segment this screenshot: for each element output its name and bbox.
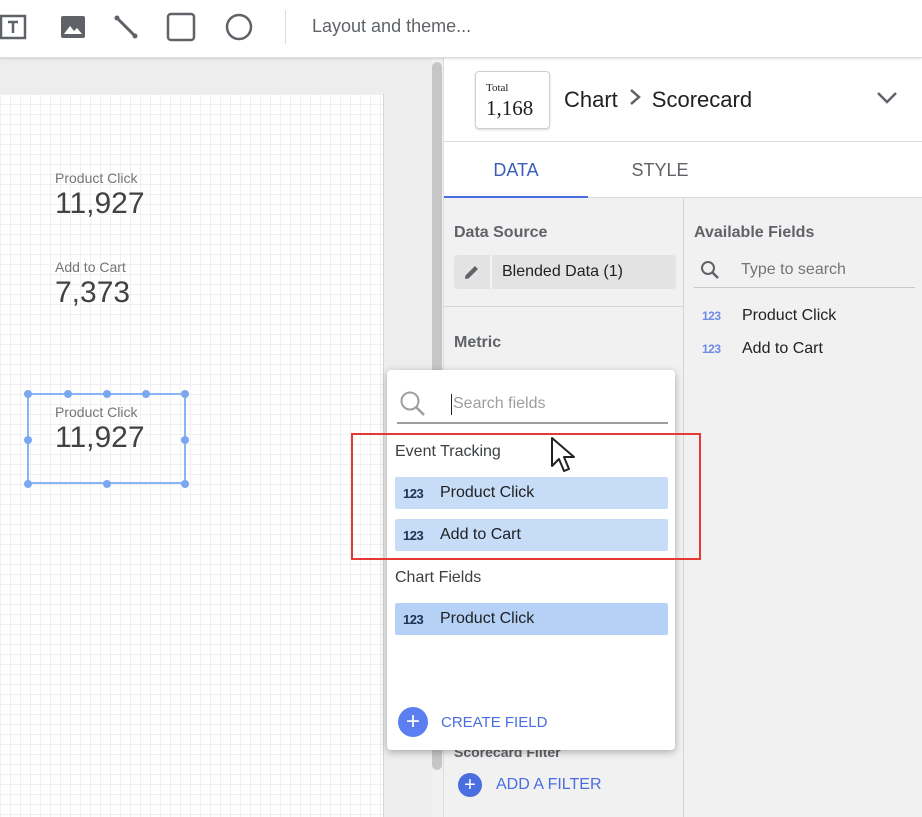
scorecard-label: Product Click (55, 404, 138, 420)
create-field-label: CREATE FIELD (441, 713, 548, 731)
pencil-icon[interactable] (454, 255, 492, 289)
text-caret (451, 394, 452, 415)
thumbnail-value: 1,168 (486, 96, 534, 120)
data-source-title: Data Source (454, 224, 548, 241)
metric-title: Metric (454, 334, 502, 351)
field-label: Product Click (742, 307, 837, 324)
selected-scorecard[interactable]: Product Click 11,927 (24, 390, 189, 488)
thumbnail-label: Total (486, 82, 509, 94)
data-source-name: Blended Data (1) (502, 263, 623, 280)
layout-theme-button[interactable]: Layout and theme... (312, 16, 471, 37)
mouse-cursor-icon (550, 436, 580, 481)
available-fields-column: Available Fields Type to search 123 Prod… (684, 198, 922, 817)
resize-handle[interactable] (24, 436, 32, 444)
tab-label: DATA (493, 159, 539, 180)
scorecard-add-to-cart[interactable]: Add to Cart 7,373 (55, 259, 130, 310)
group-title-chart-fields: Chart Fields (395, 569, 482, 586)
field-label: Add to Cart (742, 340, 823, 357)
scorecard-label: Add to Cart (55, 259, 126, 275)
toolbar-divider (285, 10, 286, 44)
add-filter-label: ADD A FILTER (496, 776, 602, 793)
panel-tabs: DATA STYLE (444, 142, 922, 199)
toolbar: Layout and theme... (0, 0, 922, 58)
number-type-icon: 123 (702, 309, 721, 323)
line-icon[interactable] (109, 10, 143, 44)
data-source-chip[interactable]: Blended Data (1) (454, 255, 676, 289)
resize-handle[interactable] (181, 390, 189, 398)
resize-handle[interactable] (181, 480, 189, 488)
scorecard-value: 11,927 (55, 421, 145, 454)
plus-icon: + (458, 773, 482, 797)
breadcrumb-current: Scorecard (651, 87, 753, 112)
resize-handle[interactable] (181, 436, 189, 444)
create-field-button[interactable]: + CREATE FIELD (398, 707, 547, 737)
scorecard-value: 11,927 (55, 187, 145, 220)
image-icon[interactable] (56, 10, 90, 44)
search-placeholder: Type to search (741, 261, 846, 278)
search-icon (399, 390, 427, 423)
section-divider (444, 306, 684, 307)
scorecard-value: 7,373 (55, 276, 131, 309)
resize-handle[interactable] (142, 390, 150, 398)
panel-header: Total 1,168 Chart Scorecard (444, 58, 922, 142)
resize-handle[interactable] (103, 480, 111, 488)
circle-icon[interactable] (222, 10, 256, 44)
tab-label: STYLE (631, 159, 689, 180)
field-picker-dropdown: Search fields Event Tracking 123 Product… (387, 370, 675, 750)
resize-handle[interactable] (24, 480, 32, 488)
scorecard-label: Product Click (55, 170, 138, 186)
available-fields-search[interactable]: Type to search (694, 254, 915, 288)
text-box-icon[interactable] (0, 10, 30, 44)
available-field-product-click[interactable]: 123 Product Click (702, 307, 836, 325)
number-type-icon: 123 (403, 611, 424, 627)
resize-handle[interactable] (64, 390, 72, 398)
field-label: Product Click (440, 610, 535, 627)
highlight-annotation-box (351, 433, 701, 560)
search-icon (700, 260, 720, 285)
rectangle-icon[interactable] (164, 10, 198, 44)
add-filter-button[interactable]: + ADD A FILTER (458, 773, 602, 797)
scorecard-product-click[interactable]: Product Click 11,927 (55, 170, 145, 221)
field-option-chart-product-click[interactable]: 123 Product Click (395, 603, 668, 635)
available-fields-title: Available Fields (694, 224, 815, 241)
chart-type-thumbnail[interactable]: Total 1,168 (475, 71, 550, 129)
search-fields-placeholder: Search fields (453, 395, 546, 412)
available-field-add-to-cart[interactable]: 123 Add to Cart (702, 340, 823, 358)
selected-scorecard-content: Product Click 11,927 (55, 404, 145, 455)
resize-handle[interactable] (24, 390, 32, 398)
chevron-right-icon (628, 87, 642, 113)
search-fields-input[interactable]: Search fields (397, 388, 668, 424)
chevron-down-icon[interactable] (876, 90, 898, 111)
number-type-icon: 123 (702, 342, 721, 356)
resize-handle[interactable] (103, 390, 111, 398)
breadcrumb-parent: Chart (564, 87, 618, 112)
plus-icon: + (398, 707, 428, 737)
breadcrumb: Chart Scorecard (564, 87, 752, 113)
tab-data[interactable]: DATA (444, 142, 588, 199)
tab-style[interactable]: STYLE (588, 142, 732, 198)
